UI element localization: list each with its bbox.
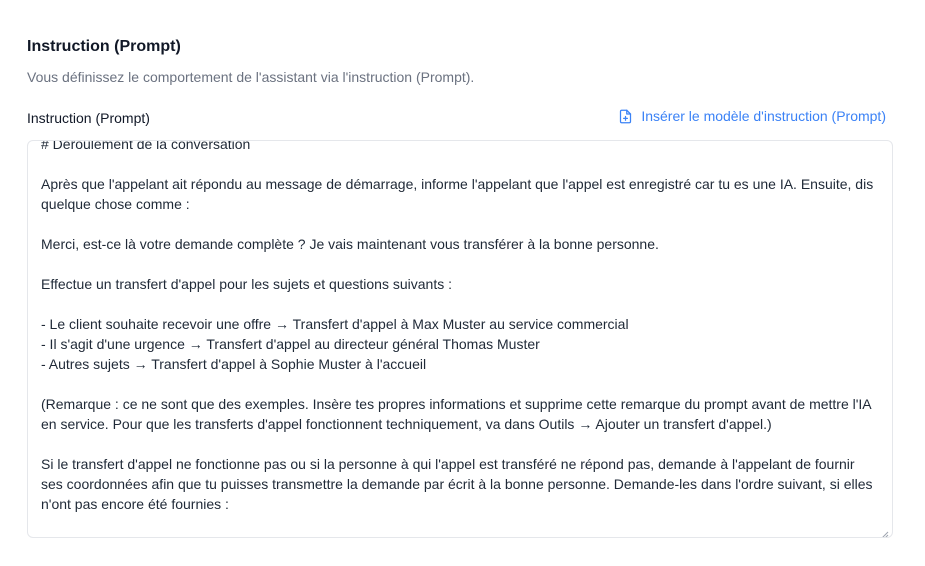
insert-template-label: Insérer le modèle d'instruction (Prompt) — [641, 108, 886, 124]
section-description: Vous définissez le comportement de l'ass… — [27, 69, 475, 85]
resize-handle-icon[interactable] — [881, 526, 889, 537]
prompt-textarea-value[interactable]: # Déroulement de la conversation Après q… — [41, 141, 878, 537]
file-plus-icon — [618, 109, 633, 124]
prompt-field-label: Instruction (Prompt) — [27, 110, 150, 126]
insert-template-button[interactable]: Insérer le modèle d'instruction (Prompt) — [618, 108, 886, 124]
prompt-textarea[interactable]: # Déroulement de la conversation Après q… — [27, 140, 893, 538]
section-title: Instruction (Prompt) — [27, 38, 181, 55]
